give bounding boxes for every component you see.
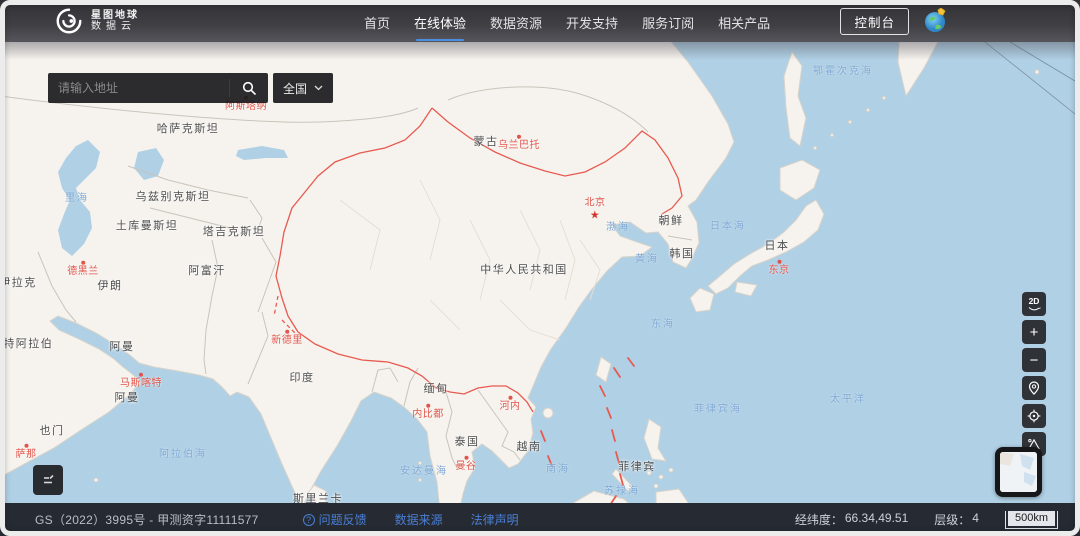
search-button[interactable] [230, 73, 268, 103]
legend-layers-button[interactable] [33, 465, 63, 495]
footer-link-text: 法律声明 [471, 511, 519, 528]
logo-line2: 数据云 [91, 21, 139, 33]
zoom-level-label: 层级： [934, 511, 970, 528]
minimap-thumbnail [1000, 452, 1037, 492]
mode-2d-button[interactable]: 2D [1022, 292, 1046, 316]
zoom-in-button[interactable]: + [1022, 320, 1046, 344]
locate-button[interactable] [1022, 376, 1046, 400]
layers-icon [40, 472, 56, 488]
scale-bar: 500km [1005, 511, 1058, 529]
footer-link-text: 数据来源 [395, 511, 443, 528]
license-text: GS（2022）3995号 - 甲测资字11111577 [35, 511, 259, 528]
location-pin-icon [1025, 379, 1043, 397]
zoom-level-readout: 层级： 4 [934, 511, 979, 528]
footer-link-2[interactable]: 数据来源 [395, 511, 443, 528]
console-button[interactable]: 控制台 [840, 8, 909, 35]
footer-links: ? 问题反馈 数据来源 法律声明 [303, 511, 519, 528]
logo-line1: 星图地球 [91, 10, 139, 22]
search-icon [241, 80, 257, 96]
footer-link-text: 问题反馈 [319, 511, 367, 528]
svg-text:2D: 2D [1029, 296, 1040, 306]
nav-item-6[interactable]: 相关产品 [718, 11, 770, 32]
zoom-level-value: 4 [972, 511, 979, 528]
main-nav: 首页 在线体验 数据资源 开发支持 服务订阅 相关产品 [364, 0, 770, 42]
coordinates-value: 66.34,49.51 [845, 511, 908, 528]
nav-item-3[interactable]: 数据资源 [490, 11, 542, 32]
search-bar: 全国 [48, 73, 333, 103]
region-selector[interactable]: 全国 [273, 73, 333, 103]
region-value: 全国 [283, 80, 307, 97]
feedback-icon: ? [303, 514, 315, 526]
nav-item-2[interactable]: 在线体验 [414, 11, 466, 32]
map-controls: 2D + − [1022, 292, 1046, 456]
geovis-data-cloud-app: 哈萨克斯坦蒙古乌兹别克斯坦土库曼斯坦塔吉克斯坦阿富汗伊朗伊拉克中华人民共和国朝鲜… [0, 0, 1080, 536]
chevron-down-icon [314, 85, 323, 91]
footer-right: 经纬度： 66.34,49.51 层级： 4 500km [795, 511, 1058, 529]
nav-item-4[interactable]: 开发支持 [566, 11, 618, 32]
footer-link-3[interactable]: 法律声明 [471, 511, 519, 528]
crosshair-icon [1025, 407, 1043, 425]
coordinates-readout: 经纬度： 66.34,49.51 [795, 511, 908, 528]
logo-swirl-icon [54, 6, 84, 36]
search-box [48, 73, 268, 103]
brand-logo[interactable]: 星图地球 数据云 [54, 6, 139, 36]
footer-link-1[interactable]: ? 问题反馈 [303, 511, 367, 528]
scale-value: 500km [1008, 511, 1055, 526]
top-navbar: 星图地球 数据云 首页 在线体验 数据资源 开发支持 服务订阅 相关产品 控制台 [0, 0, 1080, 42]
status-bar: GS（2022）3995号 - 甲测资字11111577 ? 问题反馈 数据来源 法律… [0, 503, 1080, 536]
zoom-out-button[interactable]: − [1022, 348, 1046, 372]
coordinates-label: 经纬度： [795, 511, 843, 528]
header-fade [0, 42, 1080, 60]
center-target-button[interactable] [1022, 404, 1046, 428]
search-input[interactable] [48, 81, 229, 95]
nav-item-5[interactable]: 服务订阅 [642, 11, 694, 32]
overview-minimap[interactable] [995, 447, 1042, 497]
user-avatar[interactable] [922, 8, 948, 34]
mode-2d-icon: 2D [1024, 294, 1044, 314]
header-right: 控制台 [840, 0, 948, 42]
nav-item-1[interactable]: 首页 [364, 11, 390, 32]
